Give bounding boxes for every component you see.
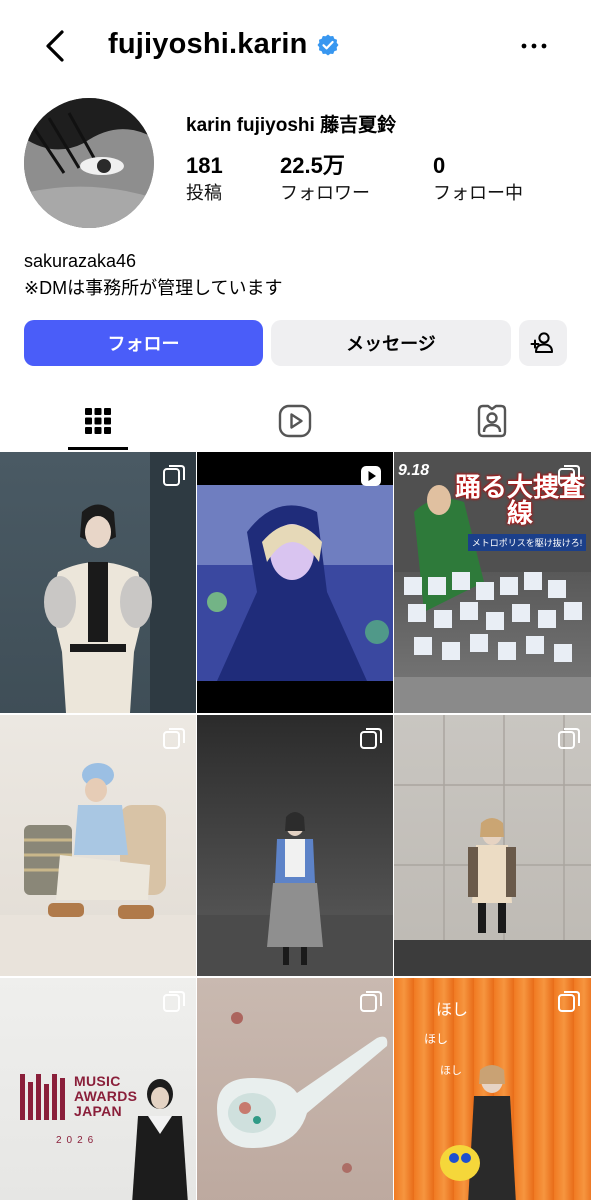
poster-date: 9.18: [398, 462, 430, 479]
award-title-line: JAPAN: [74, 1103, 122, 1119]
profile-tabs: [0, 392, 591, 450]
bio-line: ※DMは事務所が管理しています: [24, 278, 283, 298]
post-thumbnail[interactable]: [0, 452, 196, 713]
profile-avatar[interactable]: [24, 98, 154, 228]
post-thumbnail[interactable]: MUSIC AWARDS JAPAN 2026: [0, 978, 196, 1200]
followers-count-label: フォロワー: [280, 183, 370, 203]
more-horizontal-icon: [521, 43, 547, 49]
posts-count-value: 181: [186, 153, 223, 178]
reel-icon: [361, 466, 381, 486]
posts-grid: 9.18 踊る大捜査線 メトロポリスを駆け抜けろ! MUSIC AWARDS J…: [0, 452, 591, 1200]
tab-tagged[interactable]: [432, 392, 552, 450]
post-thumbnail[interactable]: [394, 715, 591, 976]
poster-subtitle: メトロポリスを駆け抜けろ!: [468, 534, 586, 551]
post-photo: [0, 763, 196, 976]
following-count[interactable]: 0 フォロー中: [433, 152, 543, 206]
suggested-accounts-button[interactable]: [519, 320, 567, 366]
back-button[interactable]: [40, 26, 74, 66]
carousel-icon: [163, 991, 185, 1012]
tab-reels[interactable]: [235, 392, 355, 450]
tagged-icon: [477, 404, 507, 438]
carousel-icon: [360, 728, 382, 749]
avatar-photo: [24, 98, 154, 228]
post-photo: [197, 485, 393, 681]
following-count-label: フォロー中: [433, 183, 523, 203]
post-thumbnail[interactable]: [197, 978, 393, 1200]
followers-count-value: 22.5万: [280, 153, 345, 178]
award-title-line: AWARDS: [74, 1088, 138, 1104]
carousel-icon: [558, 991, 580, 1012]
grid-icon: [85, 408, 111, 434]
display-name: karin fujiyoshi 藤吉夏鈴: [186, 115, 397, 136]
bio-line: sakurazaka46: [24, 251, 137, 271]
more-options-button[interactable]: [519, 34, 549, 58]
overlay-text: ほし: [436, 1000, 469, 1019]
follow-button[interactable]: フォロー: [24, 320, 263, 366]
post-thumbnail[interactable]: [197, 715, 393, 976]
posts-count[interactable]: 181 投稿: [186, 152, 280, 206]
post-thumbnail[interactable]: 9.18 踊る大捜査線 メトロポリスを駆け抜けろ!: [394, 452, 591, 713]
carousel-icon: [558, 728, 580, 749]
username-title: fujiyoshi.karin: [108, 28, 340, 61]
message-button[interactable]: メッセージ: [271, 320, 511, 366]
profile-header: fujiyoshi.karin: [0, 0, 591, 92]
post-photo: [197, 812, 393, 976]
selected-tab-indicator: [68, 447, 128, 450]
post-photo: [44, 452, 196, 713]
profile-bio: sakurazaka46 ※DMは事務所が管理しています: [24, 248, 283, 302]
carousel-icon: [163, 728, 185, 749]
overlay-text: ほし: [440, 1064, 462, 1077]
award-year: 2026: [56, 1135, 99, 1146]
post-thumbnail[interactable]: ほし ほし ほし: [394, 978, 591, 1200]
reels-icon: [278, 404, 312, 438]
posts-count-label: 投稿: [186, 183, 222, 203]
award-title: MUSIC AWARDS JAPAN: [74, 1074, 137, 1119]
followers-count[interactable]: 22.5万 フォロワー: [280, 152, 433, 206]
carousel-icon: [360, 991, 382, 1012]
profile-stats: 181 投稿 22.5万 フォロワー 0 フォロー中: [186, 152, 543, 206]
post-photo: [394, 715, 591, 976]
carousel-icon: [163, 465, 185, 486]
post-thumbnail[interactable]: [0, 715, 196, 976]
verified-badge-icon: [317, 34, 339, 55]
chevron-left-icon: [46, 30, 64, 62]
award-title-line: MUSIC: [74, 1073, 121, 1089]
carousel-icon: [558, 465, 580, 486]
post-thumbnail[interactable]: [197, 452, 393, 713]
overlay-text: ほし: [424, 1032, 449, 1046]
add-person-icon: [530, 332, 553, 353]
username: fujiyoshi.karin: [108, 28, 308, 60]
following-count-value: 0: [433, 153, 446, 178]
tab-posts-grid[interactable]: [38, 392, 158, 450]
